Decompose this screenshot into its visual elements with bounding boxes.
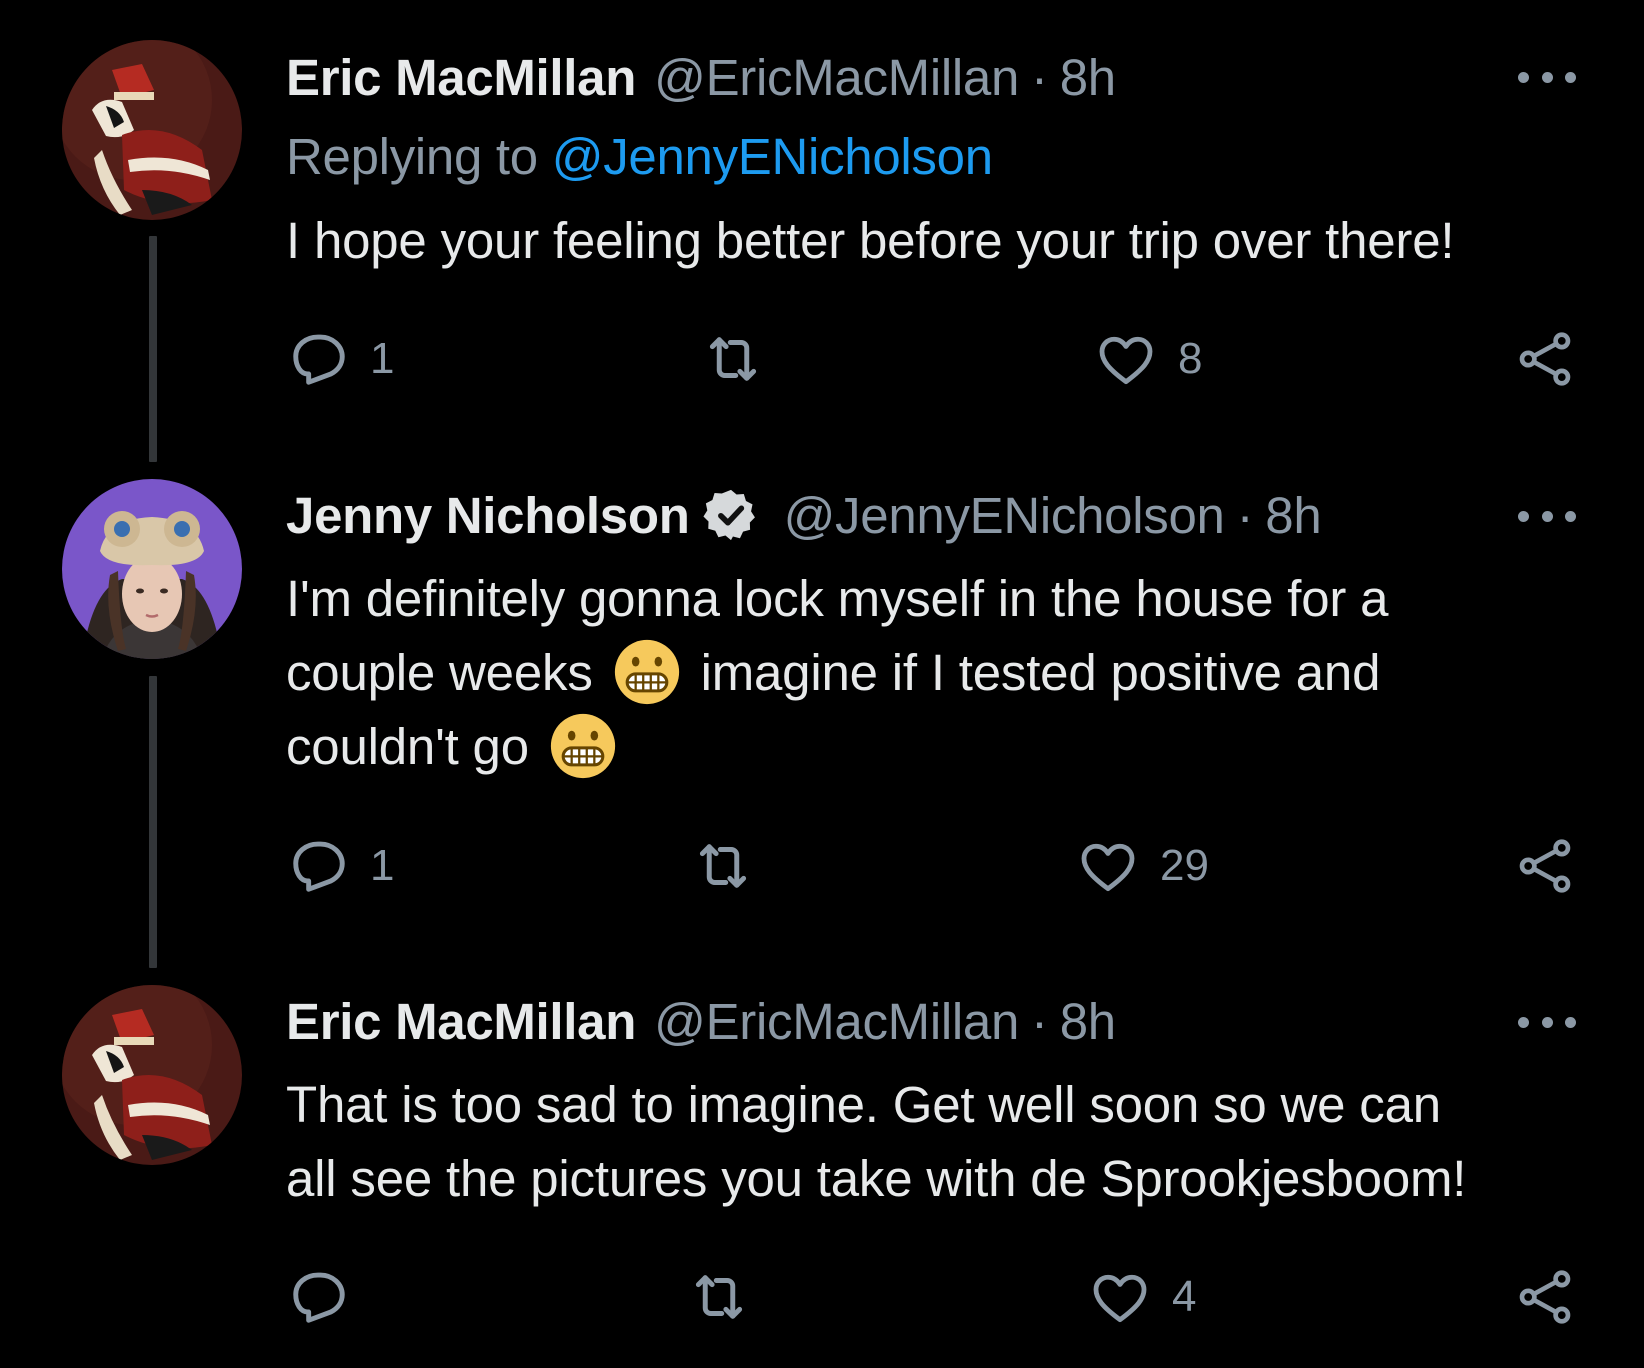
like-button[interactable]: 8 xyxy=(1094,324,1202,394)
author-handle[interactable]: @EricMacMillan xyxy=(654,48,1019,107)
retweet-icon xyxy=(695,1275,743,1319)
more-icon[interactable] xyxy=(1518,506,1576,526)
more-icon[interactable] xyxy=(1518,67,1576,87)
tweet-header: Jenny Nicholson @JennyENicholson · 8h xyxy=(286,480,1322,550)
retweet-button[interactable] xyxy=(686,1262,772,1332)
retweet-icon xyxy=(699,844,747,888)
author-name[interactable]: Eric MacMillan xyxy=(286,48,636,107)
separator-dot: · xyxy=(1236,486,1254,544)
like-icon xyxy=(1099,336,1153,385)
reply-count: 1 xyxy=(370,841,395,890)
reply-icon xyxy=(293,334,345,385)
tweet-timestamp[interactable]: 8h xyxy=(1265,486,1321,545)
reply-count: 1 xyxy=(370,334,395,383)
share-icon xyxy=(1519,839,1571,893)
retweet-button[interactable] xyxy=(690,831,776,901)
like-button[interactable]: 29 xyxy=(1076,831,1209,901)
action-bar: 1 8 xyxy=(0,324,1644,394)
share-button[interactable] xyxy=(1514,324,1576,394)
text-segment: couldn't go xyxy=(286,718,529,775)
replying-to: Replying to @JennyENicholson xyxy=(286,127,993,186)
author-handle[interactable]: @EricMacMillan xyxy=(654,992,1019,1051)
more-icon[interactable] xyxy=(1518,1012,1576,1032)
tweet-text-line: That is too sad to imagine. Get well soo… xyxy=(286,1076,1441,1133)
tweet-header: Eric MacMillan @EricMacMillan · 8h xyxy=(286,42,1116,112)
text-segment: imagine if I tested positive and xyxy=(700,644,1381,701)
share-icon xyxy=(1519,1270,1571,1324)
avatar-eric[interactable] xyxy=(62,40,242,220)
tweet-timestamp[interactable]: 8h xyxy=(1060,48,1116,107)
like-button[interactable]: 4 xyxy=(1088,1262,1196,1332)
tweet-header: Eric MacMillan @EricMacMillan · 8h xyxy=(286,986,1116,1056)
author-handle[interactable]: @JennyENicholson xyxy=(784,486,1225,545)
grimacing-face-emoji xyxy=(549,712,617,780)
action-bar: 1 29 xyxy=(0,831,1644,901)
like-icon xyxy=(1093,1274,1147,1323)
verified-badge-icon xyxy=(702,486,760,544)
replying-to-label: Replying to xyxy=(286,128,538,185)
author-name[interactable]: Eric MacMillan xyxy=(286,992,636,1051)
reply-button[interactable] xyxy=(288,1262,370,1332)
text-segment: couple weeks xyxy=(286,644,593,701)
tweet-text: I'm definitely gonna lock myself in the … xyxy=(286,562,1616,784)
share-button[interactable] xyxy=(1514,831,1576,901)
retweet-button[interactable] xyxy=(700,324,786,394)
retweet-icon xyxy=(709,337,757,381)
grimacing-face-emoji xyxy=(613,638,681,706)
tweet-text-line: couple weeks imagine if I tested positiv… xyxy=(286,636,1616,710)
reply-icon xyxy=(293,1272,345,1323)
separator-dot: · xyxy=(1031,992,1048,1050)
like-count: 29 xyxy=(1160,841,1209,890)
like-count: 4 xyxy=(1172,1272,1197,1321)
replying-to-handle-link[interactable]: @JennyENicholson xyxy=(552,128,993,185)
avatar-eric[interactable] xyxy=(62,985,242,1165)
tweet-text-line: couldn't go xyxy=(286,710,1616,784)
tweet-timestamp[interactable]: 8h xyxy=(1060,992,1116,1051)
separator-dot: · xyxy=(1031,48,1048,106)
like-count: 8 xyxy=(1178,334,1203,383)
tweet-text-line: I'm definitely gonna lock myself in the … xyxy=(286,562,1616,636)
text-segment: I'm definitely gonna lock myself in the … xyxy=(286,570,1389,627)
share-icon xyxy=(1519,332,1571,386)
action-bar: 4 xyxy=(0,1262,1644,1332)
tweet-text-line: I hope your feeling better before your t… xyxy=(286,212,1455,269)
like-icon xyxy=(1081,843,1135,892)
share-button[interactable] xyxy=(1514,1262,1576,1332)
reply-button[interactable]: 1 xyxy=(288,324,394,394)
tweet-text: I hope your feeling better before your t… xyxy=(286,204,1616,278)
avatar-jenny[interactable] xyxy=(62,479,242,659)
reply-button[interactable]: 1 xyxy=(288,831,394,901)
tweet-text: That is too sad to imagine. Get well soo… xyxy=(286,1068,1616,1216)
thread-line-2 xyxy=(149,676,157,968)
tweet-text-line: all see the pictures you take with de Sp… xyxy=(286,1150,1467,1207)
reply-icon xyxy=(293,841,345,892)
author-name[interactable]: Jenny Nicholson xyxy=(286,486,690,545)
